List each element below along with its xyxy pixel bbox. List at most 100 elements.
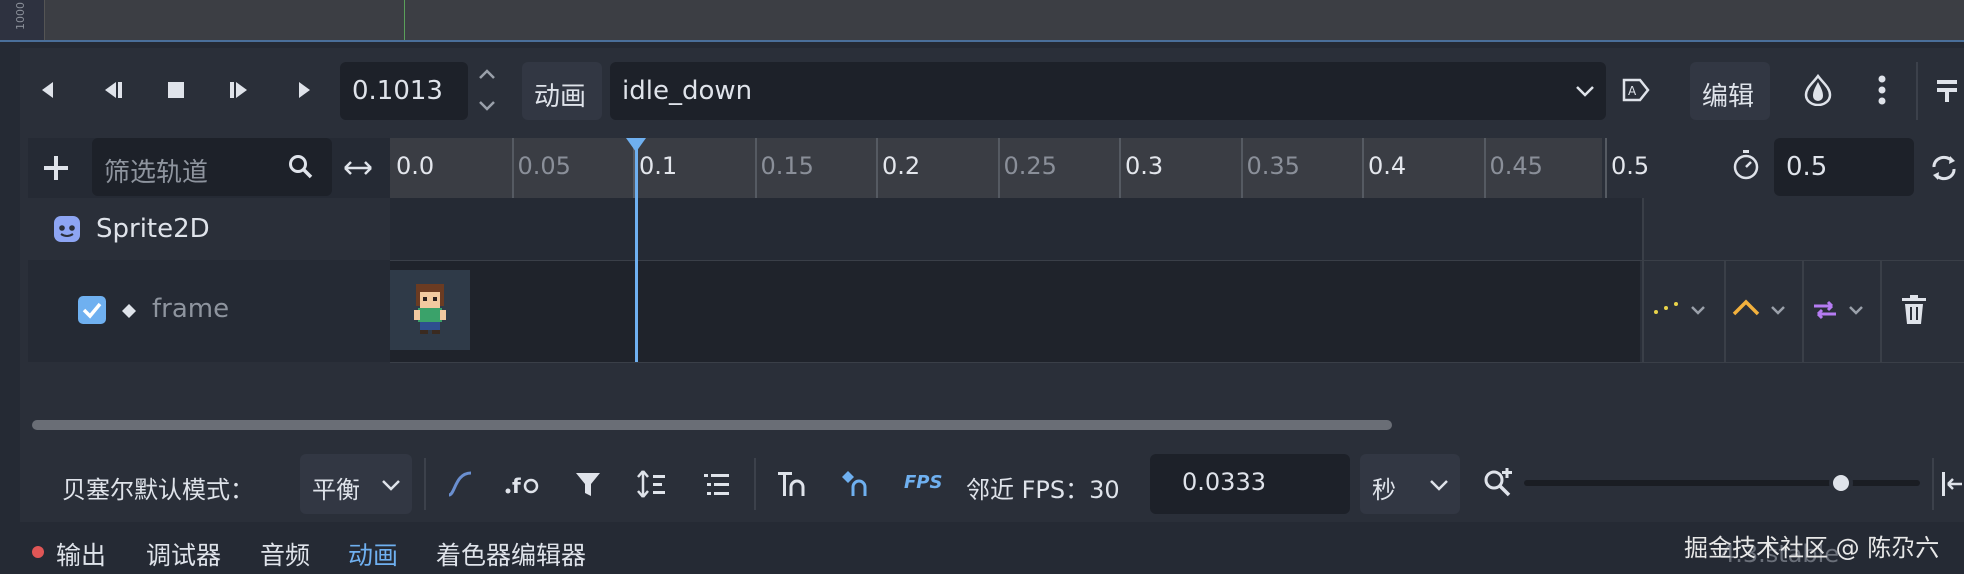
ruler-tick-label: 0.5 [1611,152,1650,180]
diamond-icon [122,304,136,318]
ruler-ticks: 0.0 0.05 0.1 0.15 0.2 0.25 0.3 0.35 0.4 0.45 0.5 [390,138,1649,198]
viewport-strip: 1000 [0,0,1964,42]
ruler-tick-label: 0.1 [639,152,678,180]
ruler-tick-label: 0.45 [1489,152,1543,180]
snap-button[interactable] [772,464,812,504]
row-divider [390,362,1964,363]
value-track-icon-wrap [120,302,138,324]
tab-output[interactable]: 输出 [56,536,106,572]
autoplay-button[interactable]: A [1616,70,1656,110]
discrete-update-icon [1654,302,1705,315]
options-divider [1724,260,1726,362]
search-icon [289,155,313,179]
ruler-label: 1000 [14,2,27,30]
track-enable-checkbox[interactable] [78,296,106,324]
snap-value-input[interactable]: 0.0333 [1150,454,1350,514]
filter-placeholder: 筛选轨道 [104,158,209,188]
animation-length-input[interactable]: 0.5 [1774,138,1914,196]
animation-length-value: 0.5 [1786,152,1828,182]
property-track-name[interactable]: frame [152,294,229,324]
fps-toggle[interactable]: FPS [904,472,942,493]
snap-value: 0.0333 [1182,468,1266,496]
vertical-ruler: 1000 [0,0,45,40]
ruler-tick-label: 0.0 [396,152,435,180]
separator [754,458,756,510]
playhead-handle[interactable] [626,138,647,152]
delete-track-button[interactable] [1894,290,1934,330]
loop-toggle-button[interactable] [1924,148,1964,188]
edit-menu-label: 编辑 [1702,82,1755,112]
play-icon [299,82,310,98]
ruler-tick [876,138,878,198]
function-track-button[interactable]: f [504,464,544,504]
sort-tracks-button[interactable] [632,464,672,504]
viewport-guide-line [404,0,405,40]
more-options-button[interactable] [1862,70,1902,110]
filter-tracks-button[interactable] [568,464,608,504]
track-options-divider [1642,198,1644,362]
bezier-curve-icon [448,471,472,497]
chevron-down-icon [1576,86,1594,97]
ruler-tick-label: 0.3 [1125,152,1164,180]
step-back-icon [105,82,122,98]
tab-audio[interactable]: 音频 [260,536,310,572]
edit-menu-button[interactable]: 编辑 [1690,62,1770,120]
fit-zoom-button[interactable] [1940,468,1964,504]
loop-wrap-dropdown[interactable] [1810,290,1874,334]
checkmark-icon [82,302,102,319]
time-unit-value: 秒 [1372,476,1396,504]
interpolation-dropdown[interactable] [1732,290,1796,334]
ruler-tick-label: 0.25 [1003,152,1057,180]
play-backwards-from-end-button[interactable] [28,70,68,110]
onion-skin-button[interactable] [1798,70,1838,110]
sort-icon [637,470,665,498]
loop-wrap-icon [1814,300,1863,320]
animation-menu-label: 动画 [534,82,587,112]
tab-animation[interactable]: 动画 [348,536,398,572]
options-divider [1802,260,1804,362]
pin-panel-button[interactable] [1928,70,1964,110]
animation-select[interactable]: idle_down [610,62,1606,120]
animation-select-value: idle_down [622,76,753,106]
plus-icon [44,156,68,180]
bezier-mode-label: 贝塞尔默认模式： [62,476,254,504]
group-tracks-button[interactable] [696,464,736,504]
ruler-tick [1605,138,1607,198]
ruler-tick [1483,138,1486,198]
stop-icon [168,82,184,98]
play-button[interactable] [220,70,260,110]
trash-icon [1902,295,1926,324]
onion-icon [1804,74,1832,106]
add-track-button[interactable] [36,148,76,188]
snap-to-keys-button[interactable] [836,464,876,504]
error-indicator-dot [32,546,44,558]
zoom-slider-handle[interactable] [1828,471,1853,495]
chevron-down-icon [1430,480,1448,491]
step-forward-icon [230,82,247,98]
stop-button[interactable] [156,70,196,110]
funnel-icon [576,473,600,496]
play-from-start-button[interactable] [284,70,324,110]
bezier-curve-button[interactable] [440,464,480,504]
zoom-slider[interactable] [1524,480,1920,486]
tab-shader-editor[interactable]: 着色器编辑器 [436,536,586,572]
bezier-mode-select[interactable]: 平衡 [300,454,412,514]
update-mode-dropdown[interactable] [1652,290,1716,334]
track-filter-input[interactable]: 筛选轨道 [92,138,332,196]
horizontal-scrollbar[interactable] [32,420,1392,430]
time-unit-select[interactable]: 秒 [1360,454,1460,514]
loop-icon [1932,155,1956,181]
play-backwards-button[interactable] [92,70,132,110]
length-icon-wrap [1730,148,1762,186]
pin-icon [1937,80,1957,102]
tab-debugger[interactable]: 调试器 [146,536,221,572]
animation-menu-button[interactable]: 动画 [522,62,602,120]
keyframe-frame[interactable] [390,270,470,350]
time-input[interactable]: 0.1013 [340,62,468,120]
time-spinner[interactable] [474,62,500,120]
fit-width-icon [1942,472,1962,496]
fit-timeline-button[interactable] [338,148,378,188]
separator [424,458,426,510]
playhead[interactable] [635,138,639,362]
snap-keys-icon [842,471,867,496]
